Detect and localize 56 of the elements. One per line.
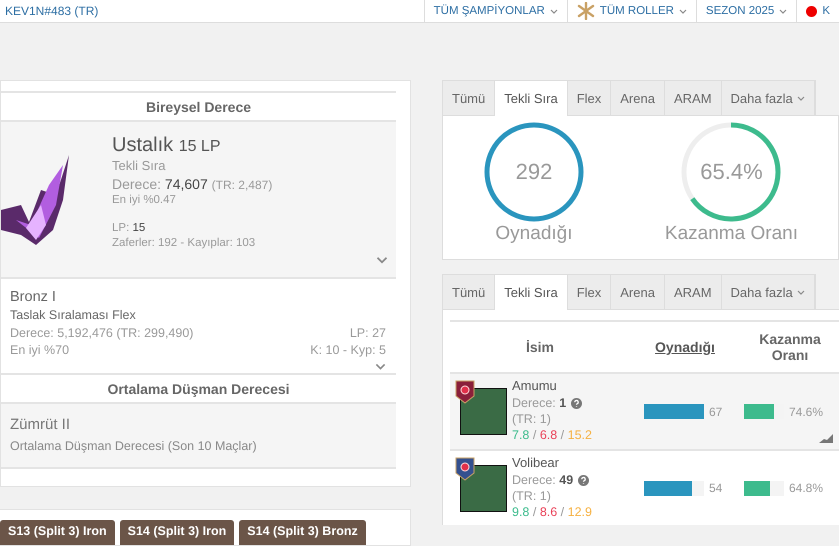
help-icon[interactable] [578, 474, 590, 486]
season-tag: S14 (Split 3) Bronz [239, 520, 366, 545]
tab[interactable]: Tekli Sıra [495, 275, 568, 310]
section-title: Ortalama Düşman Derecesi [1, 373, 396, 404]
tab[interactable]: Tekli Sıra [495, 81, 568, 116]
stat-label: Kazanma Oranı [664, 223, 798, 245]
champion-row[interactable]: Volibear Derece: 49 (TR: 1) 9.8 / 8.6 / 12.9 54 64.8% [450, 451, 839, 525]
champion-rank: Derece: 49 [512, 472, 574, 488]
caret-icon [550, 8, 558, 14]
column-header[interactable]: Oynadığı [630, 339, 740, 355]
champion-rank: Derece: 1 [512, 394, 566, 412]
win-rate: 64.8% [789, 481, 824, 495]
caret-icon [796, 96, 805, 100]
rank-description: Ortalama Düşman Derecesi (Son 10 Maçlar) [10, 438, 258, 455]
champion-row[interactable]: Amumu Derece: 1 (TR: 1) 7.8 / 6.8 / 15.2 67 74.6% [450, 374, 839, 451]
champion-name: Amumu [512, 378, 558, 395]
caret-icon [796, 290, 805, 294]
stat-label: Oynadığı [495, 223, 573, 245]
caret-icon [678, 8, 687, 14]
caret-icon [779, 8, 788, 14]
expand-icon [376, 256, 388, 264]
games-played: 54 [709, 481, 722, 495]
season-tag: S14 (Split 3) Iron [120, 520, 234, 545]
region-rank: (TR: 1) [512, 488, 552, 504]
expand-icon [375, 362, 386, 370]
asterisk-icon [576, 2, 595, 20]
win-loss-record: K: 10 - Kyp: 5 [310, 342, 386, 360]
ring-chart-icon [482, 121, 585, 223]
league-points: LP: 15 [112, 221, 146, 236]
rank-position: Derece: 5,192,476 (TR: 299,490) [10, 324, 194, 342]
win-rate: 74.6% [789, 404, 824, 418]
queue-name: Tekli Sıra [112, 158, 166, 175]
win-rate: 65.4% [700, 159, 763, 185]
queue-name: Taslak Sıralaması Flex [10, 307, 137, 324]
games-played: 67 [709, 404, 722, 418]
rank-position: Derece: 74,607 (TR: 2,487) [112, 174, 272, 194]
help-icon[interactable] [571, 398, 582, 409]
kda-stats: 9.8 / 8.6 / 12.9 [512, 504, 592, 521]
tier-label: Bronz I [10, 288, 57, 307]
kda-stats: 7.8 / 6.8 / 15.2 [512, 427, 592, 444]
tier-label: Ustalık 15 LP [112, 133, 222, 158]
season-tag: S13 (Split 3) Iron [0, 520, 115, 545]
region-rank: (TR: 1) [512, 411, 552, 428]
section-title: Bireysel Derece [1, 91, 396, 122]
status-dot [806, 6, 818, 16]
top-percent: En iyi %70 [10, 342, 70, 360]
tier-label: Zümrüt II [10, 415, 72, 435]
player-name: KEV1N#483 (TR) [4, 4, 100, 18]
column-header[interactable]: Kazanma Oranı [740, 331, 839, 363]
games-played: 292 [516, 159, 552, 185]
column-header[interactable]: İsim [450, 339, 630, 355]
league-points: LP: 27 [350, 324, 386, 342]
top-percent: En iyi %0.47 [112, 193, 177, 208]
champion-name: Volibear [512, 455, 560, 472]
win-loss-record: Zaferler: 192 - Kayıplar: 103 [112, 236, 256, 252]
trend-chart-icon[interactable] [819, 434, 833, 443]
